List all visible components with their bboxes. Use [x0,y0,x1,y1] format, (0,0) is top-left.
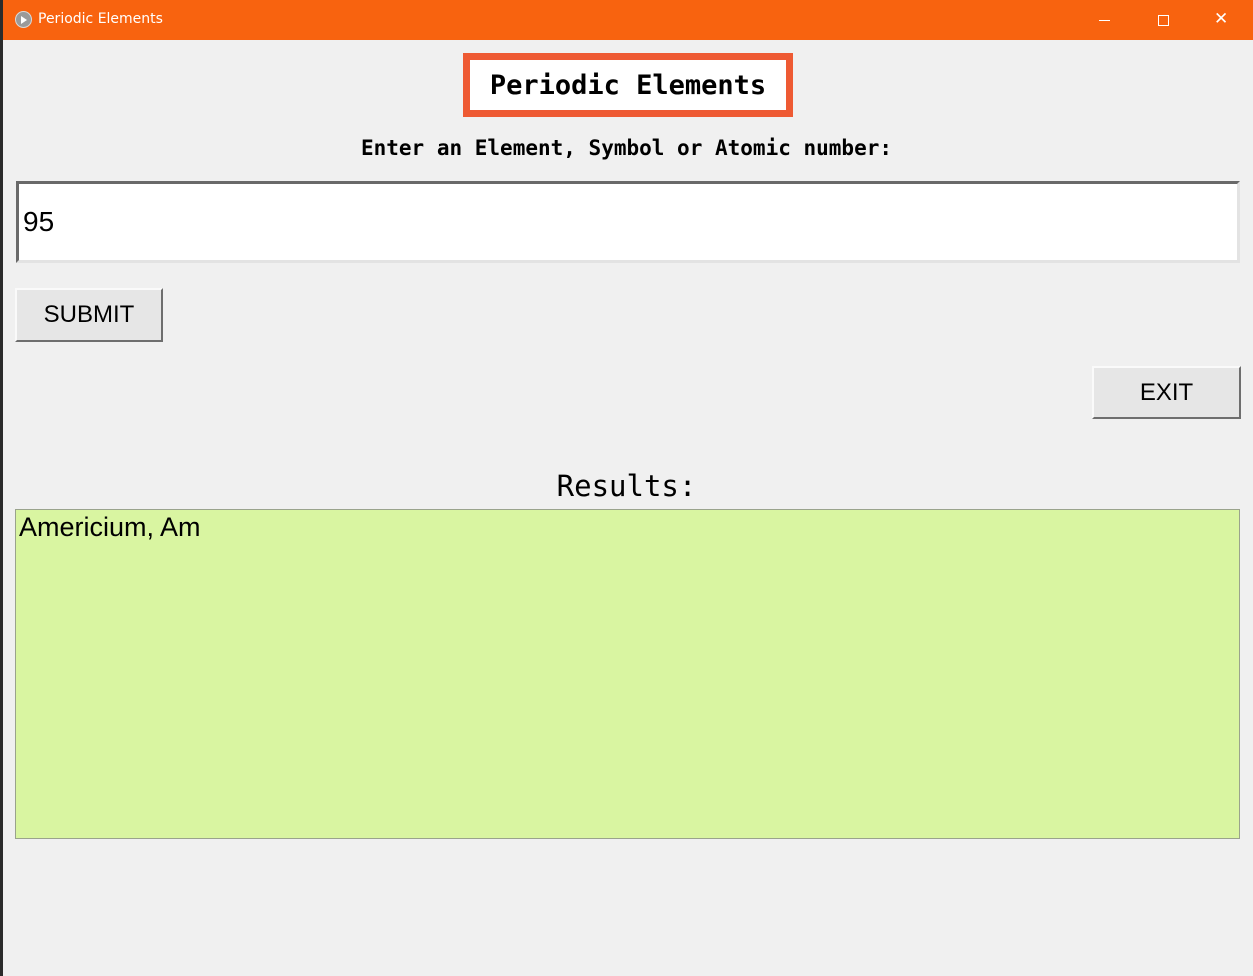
close-button[interactable]: ✕ [1192,0,1250,40]
results-label: Results: [556,469,697,503]
results-text: Americium, Am [19,512,201,542]
submit-button[interactable]: SUBMIT [15,288,163,342]
app-icon [15,11,32,28]
minimize-icon [1099,20,1110,21]
minimize-button[interactable] [1076,0,1134,40]
title-bar[interactable]: Periodic Elements ✕ [3,0,1253,40]
page-title-frame: Periodic Elements [463,53,793,117]
page-title: Periodic Elements [470,60,786,110]
maximize-button[interactable] [1134,0,1192,40]
window-title: Periodic Elements [38,11,163,27]
app-window: Periodic Elements ✕ Periodic Elements En… [0,0,1253,976]
element-search-input[interactable] [16,181,1240,263]
exit-button[interactable]: EXIT [1092,366,1241,419]
maximize-icon [1158,15,1169,26]
close-icon: ✕ [1214,9,1229,29]
results-output: Americium, Am [15,509,1240,839]
element-prompt-label: Enter an Element, Symbol or Atomic numbe… [360,136,892,160]
